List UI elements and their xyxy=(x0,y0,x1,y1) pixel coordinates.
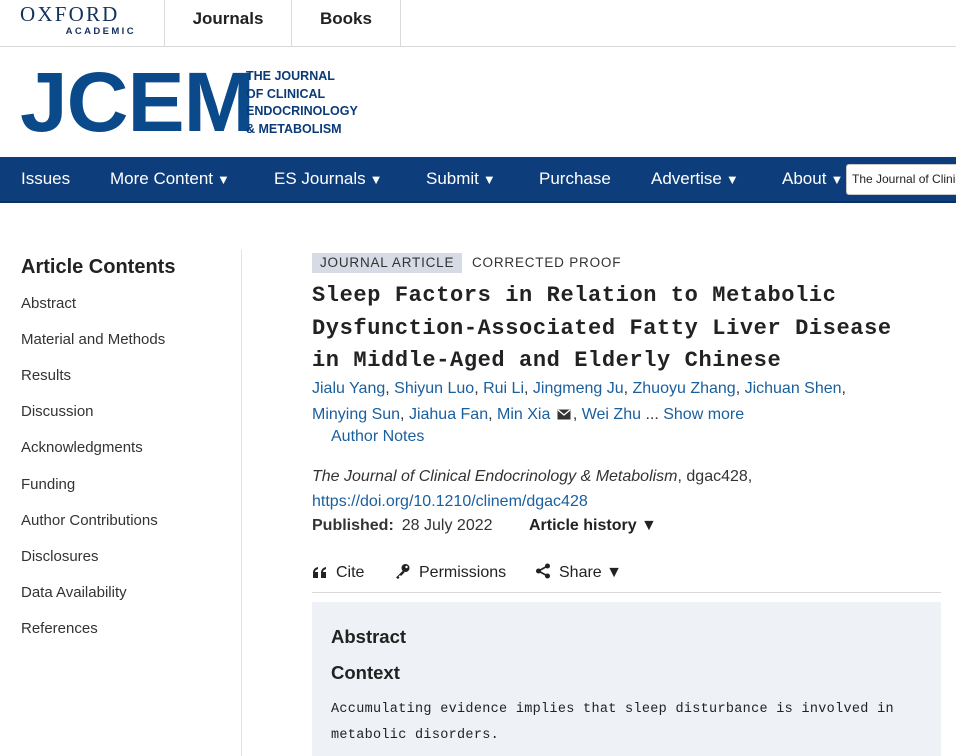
journal-name-line: OF CLINICAL xyxy=(246,86,326,101)
books-link[interactable]: Books xyxy=(292,0,400,46)
article-title: Sleep Factors in Relation to Metabolic D… xyxy=(312,283,892,373)
caret-down-icon: ▼ xyxy=(217,172,230,187)
cite-label: Cite xyxy=(336,564,365,581)
doi-link[interactable]: https://doi.org/10.1210/clinem/dgac428 xyxy=(312,493,588,510)
nav-submit[interactable]: Submit ▼ xyxy=(426,157,496,201)
article-type-badge: JOURNAL ARTICLE xyxy=(312,253,463,273)
journal-name-line: ENDOCRINOLOGY xyxy=(246,104,358,118)
show-more-link[interactable]: Show more xyxy=(663,406,744,423)
share-button[interactable]: Share ▼ xyxy=(535,562,622,584)
caret-down-icon: ▼ xyxy=(369,172,383,187)
sidebar-title: Article Contents xyxy=(21,256,176,278)
journals-link[interactable]: Journals xyxy=(165,0,291,46)
envelope-icon[interactable] xyxy=(557,408,571,420)
separator: , xyxy=(385,380,395,397)
nav-label: More Content xyxy=(110,169,213,188)
journal-name-line: THE JOURNAL xyxy=(246,69,335,83)
toc-results[interactable]: Results xyxy=(21,367,71,384)
author-link[interactable]: Rui Li xyxy=(483,380,524,397)
separator: , xyxy=(474,380,484,397)
separator: , xyxy=(524,380,533,397)
separator: , xyxy=(400,405,409,423)
toc-discussion[interactable]: Discussion xyxy=(21,403,94,420)
toc-abstract[interactable]: Abstract xyxy=(21,295,76,312)
published-info: Published: 28 July 2022 xyxy=(312,516,493,536)
nav-purchase[interactable]: Purchase xyxy=(539,157,611,201)
separator: , xyxy=(735,380,745,397)
author-link[interactable]: Jingmeng Ju xyxy=(533,380,624,397)
permissions-label: Permissions xyxy=(419,564,507,581)
share-label: Share ▼ xyxy=(559,564,622,581)
nav-issues[interactable]: Issues xyxy=(21,157,70,201)
article-contents-sidebar: Article Contents Abstract Material and M… xyxy=(0,250,242,756)
toc-disclosures[interactable]: Disclosures xyxy=(21,548,99,565)
jcem-logo: JCEM xyxy=(20,55,255,149)
share-icon xyxy=(536,563,550,579)
toc-data-availability[interactable]: Data Availability xyxy=(21,584,127,601)
nav-advertise[interactable]: Advertise ▼ xyxy=(651,157,739,201)
separator: , xyxy=(841,380,846,397)
nav-label: About xyxy=(782,169,827,188)
nav-label: ES Journals xyxy=(274,169,366,188)
logo-line-academic: ACADEMIC xyxy=(65,26,136,37)
separator: , xyxy=(623,380,633,397)
toc-material-and-methods[interactable]: Material and Methods xyxy=(21,331,165,348)
toc-acknowledgments[interactable]: Acknowledgments xyxy=(21,439,143,456)
article-status: CORRECTED PROOF xyxy=(472,255,622,270)
nav-label: Advertise xyxy=(651,169,722,188)
main-nav: Issues More Content ▼ ES Journals ▼ Submit… xyxy=(0,157,956,203)
abstract-subheading: Context xyxy=(331,662,400,683)
nav-label: Purchase xyxy=(539,169,611,188)
journal-name: The Journal of Clinical Endocrinology & … xyxy=(312,468,678,485)
permissions-button[interactable]: Permissions xyxy=(394,562,506,584)
author-link[interactable]: Jialu Yang xyxy=(312,380,385,397)
key-icon xyxy=(396,564,410,579)
quote-icon xyxy=(313,567,326,578)
abstract-heading: Abstract xyxy=(331,626,407,647)
abstract-section: Abstract Context Accumulating evidence i… xyxy=(312,602,941,756)
caret-down-icon: ▼ xyxy=(830,172,844,187)
divider xyxy=(312,592,941,593)
journal-brand[interactable]: JCEM THE JOURNAL OF CLINICAL ENDOCRINOLO… xyxy=(20,55,360,149)
author-list: Jialu Yang, Shiyun Luo, Rui Li, Jingmeng… xyxy=(312,376,902,427)
ellipsis: ... xyxy=(645,405,659,423)
article-id: , dgac428, xyxy=(677,468,753,485)
journal-name-line: & METABOLISM xyxy=(246,121,342,136)
author-link[interactable]: Jichuan Shen xyxy=(745,380,842,397)
separator: , xyxy=(488,405,497,423)
nav-label: Submit xyxy=(426,169,479,188)
nav-label: Issues xyxy=(21,169,71,188)
nav-more-content[interactable]: More Content ▼ xyxy=(110,157,230,201)
caret-down-icon: ▼ xyxy=(482,172,496,187)
cite-button[interactable]: Cite xyxy=(312,562,364,584)
toc-references[interactable]: References xyxy=(21,620,98,637)
toc-funding[interactable]: Funding xyxy=(21,476,75,493)
caret-down-icon: ▼ xyxy=(725,172,739,187)
author-link[interactable]: Jiahua Fan xyxy=(409,406,488,423)
oxford-academic-logo[interactable]: OXFORD ACADEMIC xyxy=(20,4,138,40)
journal-search-select[interactable]: The Journal of Clinical Endocrinology & … xyxy=(846,164,956,195)
nav-es-journals[interactable]: ES Journals ▼ xyxy=(274,157,383,201)
published-label: Published: xyxy=(312,517,394,534)
toc-author-contributions[interactable]: Author Contributions xyxy=(21,512,158,529)
separator: , xyxy=(572,405,582,423)
journal-full-name: THE JOURNAL OF CLINICAL ENDOCRINOLOGY & … xyxy=(246,68,366,138)
author-link[interactable]: Wei Zhu xyxy=(582,406,641,423)
citation: The Journal of Clinical Endocrinology & … xyxy=(312,464,872,514)
abstract-text: Accumulating evidence implies that sleep… xyxy=(331,702,894,743)
author-link[interactable]: Shiyun Luo xyxy=(394,380,474,397)
author-link[interactable]: Zhuoyu Zhang xyxy=(633,380,736,397)
top-bar: OXFORD ACADEMIC Journals Books xyxy=(0,0,956,47)
author-link[interactable]: Minying Sun xyxy=(312,406,400,423)
nav-about[interactable]: About ▼ xyxy=(782,157,843,201)
article-history-toggle[interactable]: Article history ▼ xyxy=(529,516,657,536)
author-notes-link[interactable]: Author Notes xyxy=(331,428,424,446)
logo-line-oxford: OXFORD xyxy=(20,2,120,26)
divider xyxy=(400,0,401,46)
author-link[interactable]: Min Xia xyxy=(497,406,550,423)
published-date: 28 July 2022 xyxy=(401,517,493,534)
